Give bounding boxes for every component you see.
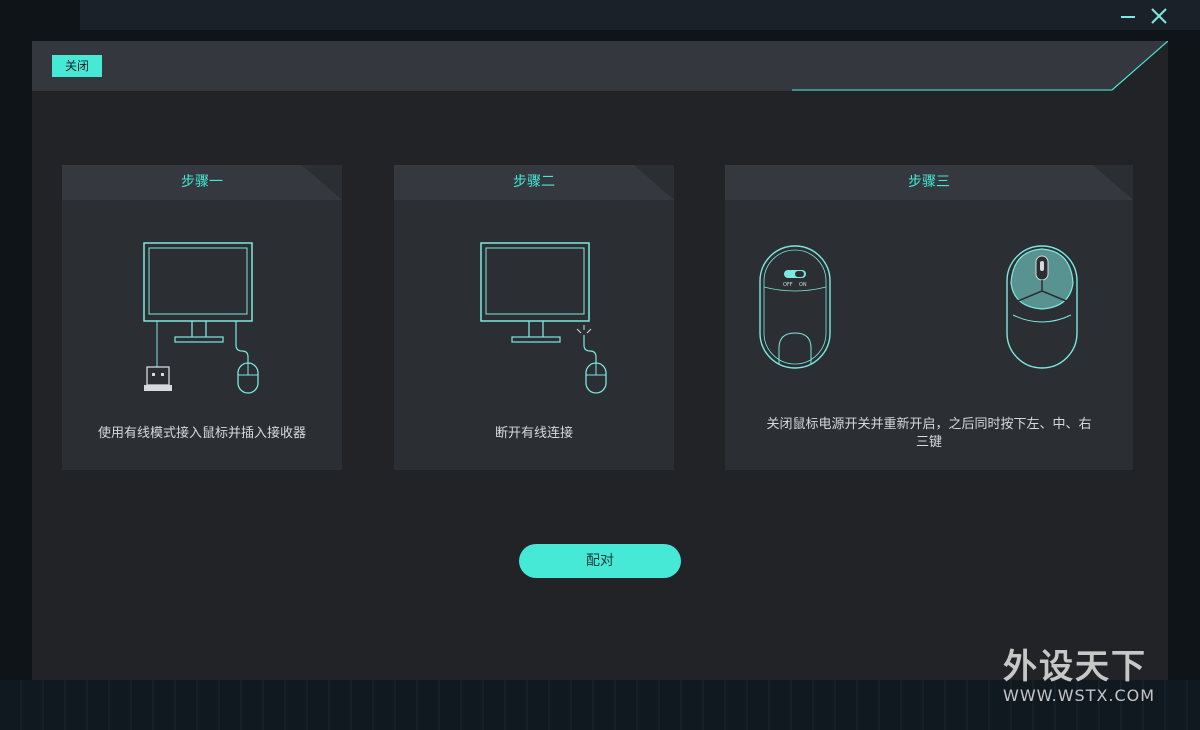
close-icon[interactable]	[1147, 4, 1171, 28]
dialog-close-button[interactable]: 关闭	[52, 55, 102, 77]
monitor-wired-receiver-illustration	[143, 242, 259, 394]
step-card-2: 步骤二 断开有线连接	[394, 165, 674, 470]
switch-off-label: OFF	[783, 282, 793, 288]
watermark-logo: 外设天下 WWW.WSTX.COM	[1003, 648, 1183, 714]
pair-button[interactable]: 配对	[519, 544, 681, 578]
background-top-strip	[80, 0, 1200, 30]
step-title: 步骤一	[181, 174, 223, 190]
monitor-disconnect-illustration	[480, 242, 607, 394]
dialog-header: 关闭	[32, 41, 1168, 91]
step-card-header: 步骤一	[62, 165, 342, 200]
switch-on-label: ON	[799, 282, 807, 288]
step-description-line-1: 关闭鼠标电源开关并重新开启，之后同时按下左、中、右	[766, 417, 1092, 432]
step-description: 断开有线连接	[494, 426, 573, 441]
watermark-title: 外设天下	[1003, 647, 1147, 687]
step-title: 步骤三	[908, 174, 950, 190]
watermark-url: WWW.WSTX.COM	[1003, 686, 1156, 705]
step-description: 关闭鼠标电源开关并重新开启，之后同时按下左、中、右 三键	[745, 416, 1113, 452]
step-card-1: 步骤一 使用有线模式接入鼠标并插入接收器	[62, 165, 342, 470]
step-card-3: 步骤三 OFF ON 关闭鼠标电源开关并重新开启，之后同时按下左、中、右 三键	[725, 165, 1133, 470]
step-title: 步骤二	[513, 174, 555, 190]
step-card-header: 步骤二	[394, 165, 674, 200]
step-description-line-2: 三键	[915, 435, 942, 450]
step-card-header: 步骤三	[725, 165, 1133, 200]
mouse-switch-illustration: OFF ON	[759, 245, 1078, 369]
step-description: 使用有线模式接入鼠标并插入接收器	[97, 426, 306, 441]
pairing-dialog: 关闭 步骤一 使用有线模式接入鼠标并插入接收器 步骤二 断开有线连接 步骤三 O…	[32, 41, 1168, 680]
minimize-icon[interactable]	[1116, 4, 1140, 28]
